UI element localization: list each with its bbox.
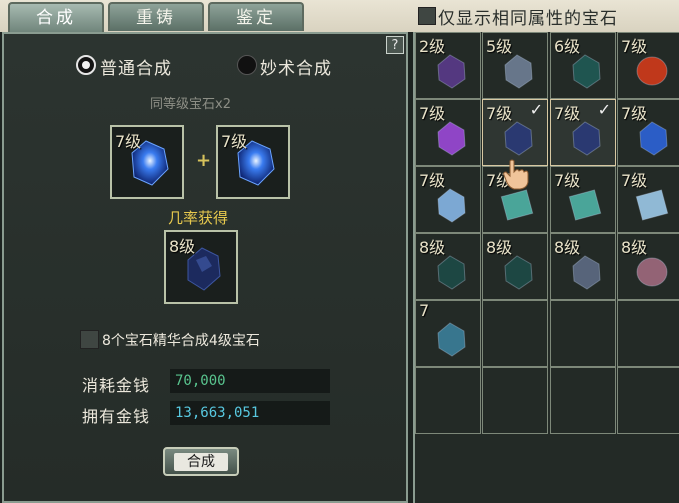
checkmark-icon: ✓ — [529, 100, 543, 119]
empty-inventory-slot[interactable] — [482, 300, 548, 367]
requirement-hint: 同等级宝石x2 — [150, 97, 231, 112]
gem-level-label: 7级 — [621, 104, 648, 123]
pink-heart-icon — [636, 257, 668, 287]
gem-level-label: 5级 — [486, 37, 513, 56]
synthesize-button-label: 合成 — [174, 453, 228, 471]
violet-crystal-icon — [437, 121, 466, 156]
ice-cube-icon — [635, 189, 669, 221]
gray-blue-stone-icon — [572, 255, 601, 290]
blue-crystal-icon — [639, 121, 668, 156]
blue-essence-cluster-icon — [437, 322, 466, 357]
aqua-block-icon — [568, 189, 602, 221]
inventory-gem-slot[interactable]: 8级 — [482, 233, 548, 300]
gem-level-label: 7级 — [486, 104, 513, 123]
output-gem-slot: 8级 — [164, 230, 238, 304]
gem-level-label: 8级 — [554, 238, 581, 257]
teal-stone-icon — [504, 255, 533, 290]
empty-inventory-slot[interactable] — [415, 367, 481, 434]
help-button[interactable]: ? — [386, 36, 404, 54]
gem-level-label: 7级 — [621, 171, 648, 190]
same-attribute-filter-checkbox[interactable] — [418, 7, 436, 25]
gem-inventory-grid: 2级 5级 6级 7级 7级 7级 ✓ 7级 ✓ 7级 7级 7级 7级 7级 8级 8级 8级 8级 7 — [413, 32, 679, 503]
inventory-gem-slot[interactable]: 2级 — [415, 32, 481, 99]
gem-level-label: 8级 — [486, 238, 513, 257]
gem-level-label: 7 — [419, 301, 430, 320]
gem-level-label: 7级 — [554, 171, 581, 190]
teal-stone-icon — [437, 255, 466, 290]
tab-identify[interactable]: 鉴定 — [208, 2, 304, 31]
probability-label: 几率获得 — [168, 209, 229, 227]
inventory-gem-slot[interactable]: 7级 ✓ — [550, 99, 616, 166]
inventory-gem-slot[interactable]: 8级 — [617, 233, 679, 300]
input-gem-slot-2[interactable]: 7级 — [216, 125, 290, 199]
essence-synthesis-checkbox[interactable] — [80, 330, 99, 349]
inventory-gem-slot[interactable]: 6级 — [550, 32, 616, 99]
dark-blue-gem-icon — [572, 121, 601, 156]
inventory-gem-slot[interactable]: 7级 — [550, 166, 616, 233]
inventory-gem-slot[interactable]: 8级 — [550, 233, 616, 300]
gem-level-label: 8级 — [419, 238, 446, 257]
empty-inventory-slot[interactable] — [617, 367, 679, 434]
empty-inventory-slot[interactable] — [617, 300, 679, 367]
plus-sign: + — [196, 150, 212, 171]
dark-blue-gem-icon — [504, 121, 533, 156]
miao-synthesis-radio[interactable] — [237, 55, 257, 75]
empty-inventory-slot[interactable] — [550, 300, 616, 367]
gray-blue-stone-icon — [504, 54, 533, 89]
gem-level-label: 8级 — [621, 238, 648, 257]
inventory-gem-slot[interactable]: 7级 — [415, 99, 481, 166]
synthesize-button[interactable]: 合成 — [163, 447, 239, 476]
miao-synthesis-label[interactable]: 妙术合成 — [260, 54, 332, 79]
red-orb-icon — [636, 56, 668, 86]
own-money-value: 13,663,051 — [170, 401, 330, 425]
purple-diamond-icon — [437, 54, 466, 89]
input-gem-slot-1[interactable]: 7级 — [110, 125, 184, 199]
inventory-gem-slot[interactable]: 8级 — [415, 233, 481, 300]
gem-level-label: 2级 — [419, 37, 446, 56]
inventory-gem-slot[interactable]: 7级 — [617, 99, 679, 166]
tab-recast[interactable]: 重铸 — [108, 2, 204, 31]
normal-synthesis-radio[interactable] — [76, 55, 96, 75]
gem-level-label: 6级 — [554, 37, 581, 56]
aqua-block-icon — [500, 189, 534, 221]
output-gem-level: 8级 — [169, 237, 196, 256]
gem-level-label: 7级 — [554, 104, 581, 123]
cost-money-value: 70,000 — [170, 369, 330, 393]
tab-synthesize[interactable]: 合成 — [8, 2, 104, 33]
input-gem-level-2: 7级 — [221, 132, 248, 151]
inventory-gem-slot[interactable]: 7 — [415, 300, 481, 367]
normal-synthesis-label[interactable]: 普通合成 — [100, 54, 172, 79]
cost-money-label: 消耗金钱 — [82, 376, 151, 395]
gem-level-label: 7级 — [419, 171, 446, 190]
empty-inventory-slot[interactable] — [482, 367, 548, 434]
inventory-gem-slot[interactable]: 7级 — [415, 166, 481, 233]
inventory-gem-slot[interactable]: 7级 ✓ — [482, 99, 548, 166]
essence-synthesis-label: 8个宝石精华合成4级宝石 — [102, 333, 260, 349]
inventory-gem-slot[interactable]: 7级 — [617, 32, 679, 99]
teal-stone-icon — [572, 54, 601, 89]
same-attribute-filter-label: 仅显示相同属性的宝石 — [438, 9, 618, 29]
checkmark-icon: ✓ — [597, 100, 611, 119]
inventory-gem-slot[interactable]: 5级 — [482, 32, 548, 99]
gem-level-label: 7级 — [621, 37, 648, 56]
hand-cursor-icon — [503, 159, 529, 190]
empty-inventory-slot[interactable] — [550, 367, 616, 434]
input-gem-level-1: 7级 — [115, 132, 142, 151]
ice-crystal-icon — [437, 188, 466, 223]
gem-level-label: 7级 — [419, 104, 446, 123]
inventory-gem-slot[interactable]: 7级 — [617, 166, 679, 233]
own-money-label: 拥有金钱 — [82, 407, 151, 426]
